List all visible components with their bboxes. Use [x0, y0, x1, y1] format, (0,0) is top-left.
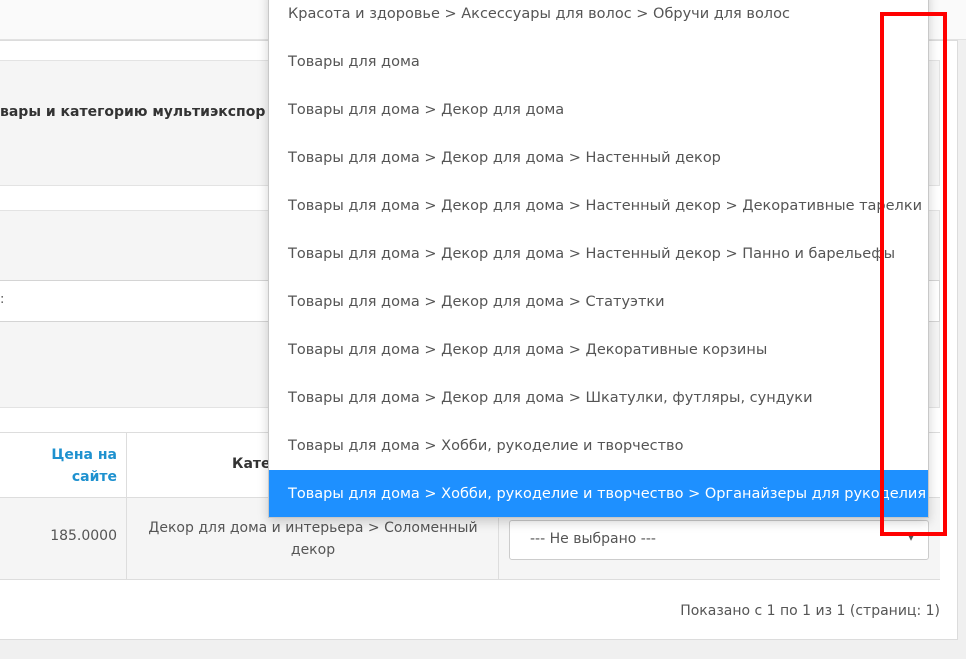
dropdown-option[interactable]: Товары для дома > Декор для дома > Декор… [269, 326, 928, 374]
cell-site-category: Декор для дома и интерьера > Соломенный … [148, 520, 478, 558]
category-dropdown-list: Красота и здоровье > Аксессуары для воло… [268, 0, 929, 518]
column-divider [126, 432, 127, 580]
pagination-info: Показано с 1 по 1 из 1 (страниц: 1) [680, 603, 940, 619]
dropdown-option[interactable]: Товары для дома > Декор для дома > Насте… [269, 230, 928, 278]
column-header-price[interactable]: Цена на сайте [20, 444, 117, 488]
dropdown-option[interactable]: Товары для дома > Декор для дома > Шкату… [269, 374, 928, 422]
category-select-value: --- Не выбрано --- [530, 531, 656, 547]
filter-input-text: : [0, 292, 5, 307]
dropdown-option-selected[interactable]: Товары для дома > Хобби, рукоделие и тво… [269, 470, 928, 517]
dropdown-option[interactable]: Товары для дома [269, 38, 928, 86]
dropdown-option[interactable]: Товары для дома > Хобби, рукоделие и тво… [269, 422, 928, 470]
column-header-category: Кате [232, 456, 271, 472]
highlight-annotation-box [880, 12, 947, 536]
dropdown-option[interactable]: Товары для дома > Декор для дома > Стату… [269, 278, 928, 326]
cell-price: 185.0000 [50, 528, 117, 544]
dropdown-option[interactable]: Товары для дома > Декор для дома > Насте… [269, 182, 928, 230]
dropdown-option[interactable]: Красота и здоровье > Аксессуары для воло… [269, 0, 928, 38]
page-title: вары и категорию мультиэкспор [0, 104, 266, 120]
dropdown-option[interactable]: Товары для дома > Декор для дома > Насте… [269, 134, 928, 182]
dropdown-option[interactable]: Товары для дома > Декор для дома [269, 86, 928, 134]
